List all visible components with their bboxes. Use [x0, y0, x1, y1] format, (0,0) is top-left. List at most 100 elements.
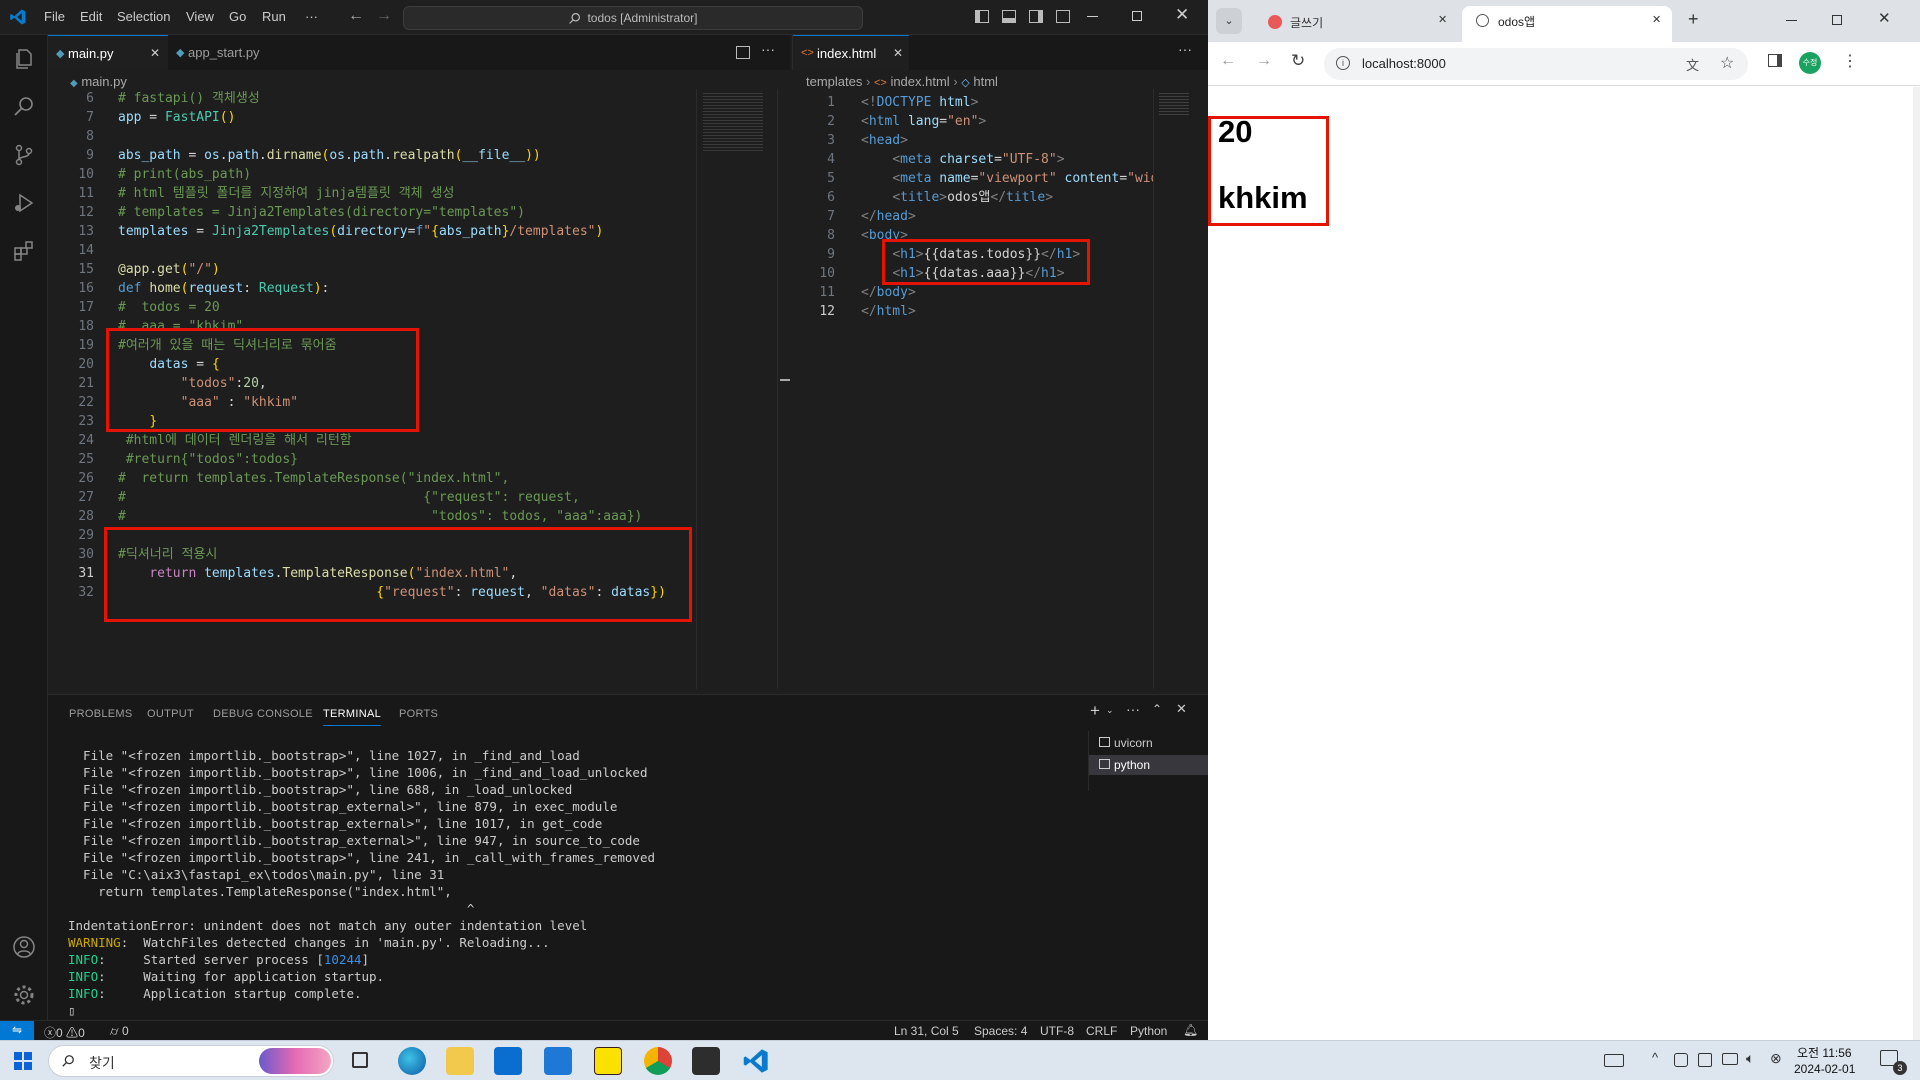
tab-problems[interactable]: PROBLEMS [69, 708, 133, 720]
customize-layout-icon[interactable] [1056, 10, 1070, 23]
minimize-icon[interactable] [1087, 16, 1098, 17]
editor-more-actions-icon[interactable]: ··· [1178, 41, 1192, 57]
chrome-menu-icon[interactable]: ⋮ [1842, 51, 1858, 71]
terminal-item-uvicorn[interactable]: uvicorn [1089, 733, 1209, 753]
tab-index-html[interactable]: <> index.html ✕ [793, 35, 909, 70]
network-icon[interactable] [1722, 1053, 1738, 1065]
task-view-icon[interactable] [352, 1052, 368, 1068]
close-panel-icon[interactable]: ✕ [1176, 701, 1187, 717]
tray-status-icon[interactable]: ⊗ [1770, 1050, 1782, 1067]
run-debug-icon[interactable] [12, 191, 36, 215]
site-info-icon[interactable]: i [1336, 56, 1350, 70]
keyboard-icon[interactable] [1604, 1054, 1624, 1067]
menu-edit[interactable]: Edit [80, 9, 102, 24]
split-editor-icon[interactable] [736, 46, 750, 59]
close-tab-icon[interactable]: ✕ [1652, 13, 1661, 26]
breadcrumb-html[interactable]: html [973, 74, 998, 89]
profile-avatar[interactable]: 수정 [1799, 52, 1821, 74]
language-mode[interactable]: Python [1130, 1024, 1167, 1038]
right-code-editor[interactable]: <!DOCTYPE html> <html lang="en"> <head> <m… [861, 93, 1153, 333]
source-control-icon[interactable] [12, 143, 36, 167]
reload-icon[interactable]: ↻ [1291, 51, 1305, 71]
editor-more-actions-icon[interactable]: ··· [761, 41, 775, 57]
maximize-panel-icon[interactable]: ⌃ [1152, 702, 1162, 716]
left-scrollbar[interactable] [777, 89, 790, 689]
bookmark-star-icon[interactable]: ☆ [1720, 53, 1734, 73]
kakaotalk-icon[interactable] [594, 1047, 622, 1075]
maximize-icon[interactable] [1132, 11, 1142, 21]
mail-icon[interactable] [544, 1047, 572, 1075]
vscode-taskbar-icon[interactable] [742, 1047, 770, 1075]
forward-arrow-icon[interactable]: → [376, 7, 392, 25]
clock-date[interactable]: 2024-02-01 [1794, 1062, 1855, 1076]
back-arrow-icon[interactable]: ← [348, 7, 364, 25]
terminal-dropdown-icon[interactable]: ⌄ [1106, 705, 1114, 716]
ports-status[interactable]: ⌭ 0 [110, 1024, 129, 1039]
toggle-panel-icon[interactable] [1002, 10, 1016, 23]
taskbar-search-box[interactable]: 찾기 [48, 1045, 334, 1077]
tab-terminal[interactable]: TERMINAL [323, 708, 382, 726]
close-window-icon[interactable]: ✕ [1175, 5, 1189, 25]
terminal-item-python[interactable]: python [1089, 755, 1209, 775]
tab-app-start-py[interactable]: ◆ app_start.py [168, 35, 288, 70]
tab-search-button[interactable]: ⌄ [1216, 8, 1242, 34]
eol[interactable]: CRLF [1086, 1024, 1117, 1038]
edge-icon[interactable] [398, 1047, 426, 1075]
tab-ports[interactable]: PORTS [399, 708, 438, 720]
tray-security-icon[interactable] [1698, 1053, 1712, 1067]
clock-time[interactable]: 오전 11:56 [1797, 1044, 1852, 1061]
volume-icon[interactable]: 🔈︎ [1746, 1050, 1754, 1067]
close-tab-icon[interactable]: ✕ [1438, 13, 1447, 26]
remote-indicator[interactable]: ⇋ [0, 1021, 34, 1040]
problems-status[interactable]: ⓧ0 ⚠0 [44, 1024, 85, 1041]
manage-gear-icon[interactable] [12, 983, 36, 1007]
terminal-app-icon[interactable] [692, 1047, 720, 1075]
command-center-search[interactable]: todos [Administrator] [403, 6, 863, 30]
tray-app-icon[interactable] [1674, 1053, 1688, 1067]
new-terminal-icon[interactable]: + [1090, 701, 1100, 721]
chrome-tab-active[interactable]: odos앱 ✕ [1462, 6, 1672, 42]
breadcrumb-index-html[interactable]: index.html [890, 74, 949, 89]
page-scrollbar[interactable] [1913, 87, 1920, 1040]
new-tab-icon[interactable]: + [1688, 9, 1699, 30]
forward-icon[interactable]: → [1256, 52, 1272, 70]
breadcrumb-file[interactable]: main.py [81, 74, 127, 89]
microsoft-store-icon[interactable] [494, 1047, 522, 1075]
menu-view[interactable]: View [186, 9, 214, 24]
explorer-icon[interactable] [12, 47, 36, 71]
notifications-bell-icon[interactable]: 🔔︎ [1183, 1023, 1198, 1037]
cursor-position[interactable]: Ln 31, Col 5 [894, 1024, 959, 1038]
search-icon[interactable] [12, 95, 36, 119]
tab-debug-console[interactable]: DEBUG CONSOLE [213, 708, 313, 720]
indentation[interactable]: Spaces: 4 [974, 1024, 1027, 1038]
windows-start-icon[interactable] [14, 1052, 32, 1070]
toggle-primary-sidebar-icon[interactable] [975, 10, 989, 23]
menu-run[interactable]: Run [262, 9, 286, 24]
terminal-output[interactable]: File "<frozen importlib._bootstrap>", li… [68, 747, 655, 1019]
panel-more-actions-icon[interactable]: ··· [1126, 701, 1140, 717]
menu-file[interactable]: File [44, 9, 65, 24]
side-panel-icon[interactable] [1768, 54, 1782, 67]
menu-more[interactable]: ··· [305, 9, 318, 24]
file-explorer-icon[interactable] [446, 1047, 474, 1075]
menu-go[interactable]: Go [229, 9, 246, 24]
accounts-icon[interactable] [12, 935, 36, 959]
minimize-icon[interactable] [1786, 20, 1797, 21]
encoding[interactable]: UTF-8 [1040, 1024, 1074, 1038]
tab-main-py[interactable]: ◆ main.py ✕ [48, 35, 168, 70]
translate-icon[interactable]: 文 [1686, 55, 1699, 74]
back-icon[interactable]: ← [1220, 52, 1236, 70]
menu-selection[interactable]: Selection [117, 9, 170, 24]
show-hidden-icons-chevron-icon[interactable]: ^ [1652, 1050, 1658, 1065]
close-window-icon[interactable]: ✕ [1878, 9, 1891, 27]
breadcrumb-templates[interactable]: templates [806, 74, 862, 89]
chrome-icon[interactable] [644, 1047, 672, 1075]
extensions-icon[interactable] [12, 239, 36, 263]
close-tab-icon[interactable]: ✕ [893, 46, 903, 60]
toggle-secondary-sidebar-icon[interactable] [1029, 10, 1043, 23]
tab-output[interactable]: OUTPUT [147, 708, 194, 720]
maximize-icon[interactable] [1832, 15, 1842, 25]
close-tab-icon[interactable]: ✕ [150, 46, 160, 60]
address-bar[interactable]: i localhost:8000 文 ☆ [1324, 48, 1748, 80]
chrome-tab-inactive[interactable]: 글쓰기 ✕ [1252, 8, 1462, 42]
